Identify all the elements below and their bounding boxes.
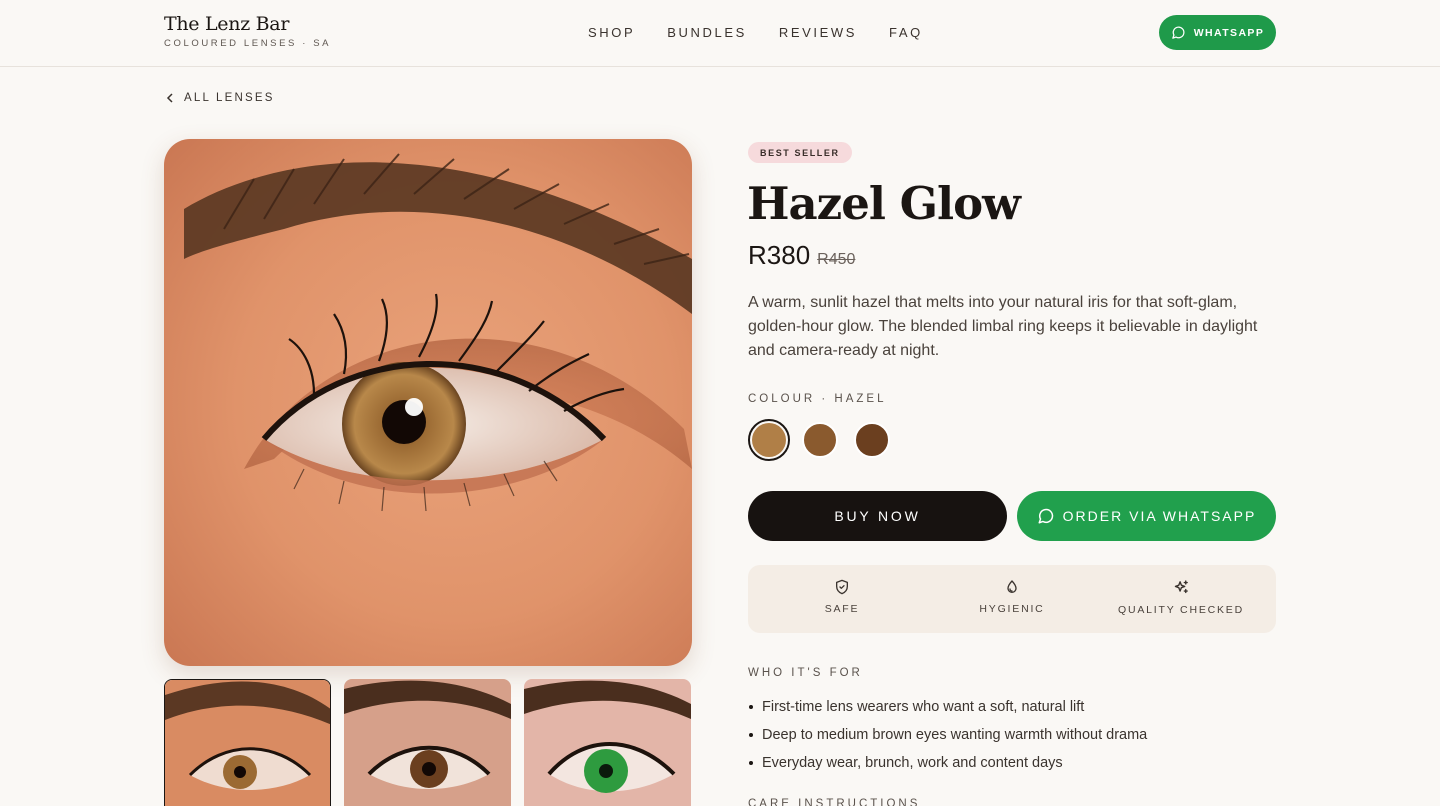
care-instructions-heading: CARE INSTRUCTIONS	[748, 798, 921, 806]
brand-title: The Lenz Bar	[164, 13, 290, 35]
droplet-icon	[1007, 580, 1017, 593]
brand-subtitle: COLOURED LENSES · SA	[164, 38, 332, 49]
features-panel: SAFE HYGIENIC QUALITY CHECKED	[748, 565, 1276, 633]
brand-logo[interactable]: The Lenz Bar COLOURED LENSES · SA	[164, 11, 331, 49]
eye-thumbnail-illustration	[165, 680, 330, 806]
feature-label: QUALITY CHECKED	[1118, 604, 1244, 616]
sparkles-icon	[1174, 580, 1188, 594]
chat-bubble-icon	[1171, 26, 1185, 39]
product-title: Hazel Glow	[747, 177, 1021, 230]
swatch-hazel[interactable]	[748, 419, 790, 461]
chevron-left-icon	[166, 93, 173, 103]
who-its-for-heading: WHO IT'S FOR	[748, 667, 863, 679]
feature-safe: SAFE	[754, 579, 930, 615]
order-whatsapp-label: ORDER VIA WHATSAPP	[1062, 508, 1257, 524]
feature-label: SAFE	[824, 603, 860, 615]
buy-now-button[interactable]: BUY NOW	[748, 491, 1007, 541]
best-seller-badge: BEST SELLER	[748, 142, 852, 163]
price-block: R380 R450	[748, 240, 855, 271]
main-nav: SHOP BUNDLES REVIEWS FAQ	[588, 25, 923, 40]
back-link-label: ALL LENSES	[184, 92, 275, 104]
feature-quality: QUALITY CHECKED	[1093, 579, 1269, 616]
nav-bundles[interactable]: BUNDLES	[667, 25, 747, 40]
order-whatsapp-button[interactable]: ORDER VIA WHATSAPP	[1017, 491, 1276, 541]
feature-label: HYGIENIC	[979, 603, 1045, 615]
list-item: Deep to medium brown eyes wanting warmth…	[748, 721, 1147, 749]
product-main-image[interactable]	[164, 139, 692, 666]
swatch-dark-brown[interactable]	[851, 419, 893, 461]
thumbnail-green[interactable]	[524, 679, 691, 806]
product-description: A warm, sunlit hazel that melts into you…	[748, 294, 1258, 359]
who-its-for-list: First-time lens wearers who want a soft,…	[748, 693, 1147, 777]
nav-faq[interactable]: FAQ	[889, 25, 923, 40]
thumbnail-brown[interactable]	[344, 679, 511, 806]
nav-shop[interactable]: SHOP	[588, 25, 635, 40]
eye-thumbnail-illustration	[524, 679, 691, 806]
swatch-color	[752, 423, 786, 457]
price-current: R380	[748, 240, 811, 270]
nav-reviews[interactable]: REVIEWS	[779, 25, 857, 40]
feature-hygienic: HYGIENIC	[924, 579, 1100, 615]
swatch-brown[interactable]	[799, 419, 841, 461]
list-item: First-time lens wearers who want a soft,…	[748, 693, 1147, 721]
chat-bubble-icon	[1038, 508, 1053, 524]
site-header: The Lenz Bar COLOURED LENSES · SA SHOP B…	[0, 0, 1440, 67]
swatch-color	[802, 422, 838, 458]
thumbnail-hazel[interactable]	[164, 679, 331, 806]
swatch-color	[854, 422, 890, 458]
eye-closeup-illustration	[164, 139, 692, 666]
list-item: Everyday wear, brunch, work and content …	[748, 749, 1147, 777]
whatsapp-header-button[interactable]: WHATSAPP	[1159, 15, 1276, 50]
eye-thumbnail-illustration	[344, 679, 511, 806]
badge-label: BEST SELLER	[760, 147, 840, 158]
colour-label: COLOUR · HAZEL	[748, 393, 887, 405]
back-link[interactable]: ALL LENSES	[166, 92, 275, 104]
whatsapp-header-label: WHATSAPP	[1193, 26, 1265, 39]
price-original: R450	[817, 251, 856, 268]
shield-check-icon	[836, 579, 848, 595]
